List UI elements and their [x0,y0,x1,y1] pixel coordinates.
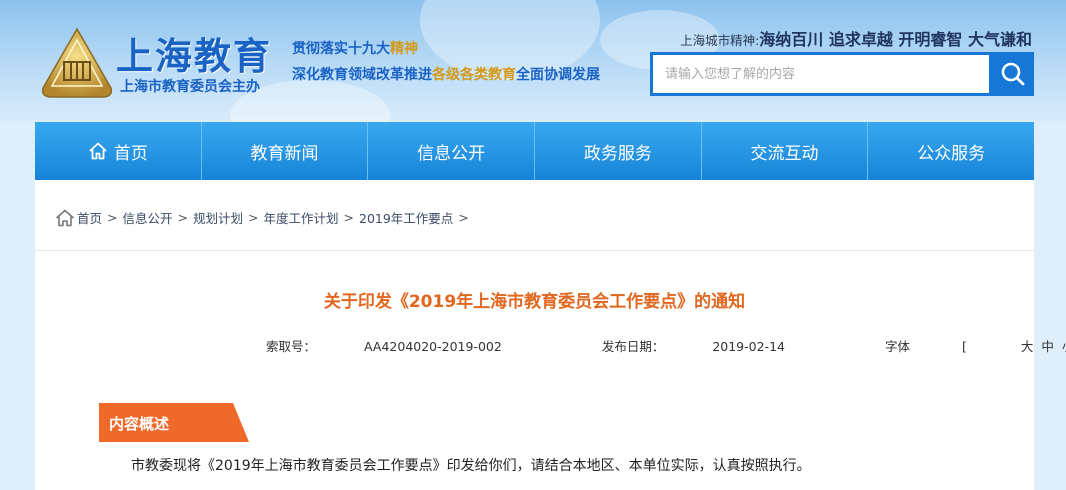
site-subtitle: 上海市教育委员会主办 [120,79,260,95]
article-title: 关于印发《2019年上海市教育委员会工作要点》的通知 [323,292,746,312]
article-summary: 市教委现将《2019年上海市教育委员会工作要点》印发给你们，请结合本地区、本单位… [131,458,811,474]
slogan-2-highlight: 各级各类教育 [432,67,516,83]
search-bar [650,52,1034,96]
font-size-small-link[interactable]: 小 [1062,339,1066,354]
city-spirit: 上海城市精神:海纳百川 追求卓越 开明睿智 大气谦和 [680,26,1032,50]
city-spirit-label: 上海城市精神: [680,33,760,48]
nav-item-label: 公众服务 [917,143,986,164]
font-size-medium-link[interactable]: 中 [1041,339,1054,354]
nav-item-label: 交流互动 [750,143,819,164]
nav-item-public-services[interactable]: 公众服务 [867,122,1034,180]
city-spirit-value: 海纳百川 追求卓越 开明睿智 大气谦和 [759,30,1032,49]
nav-item-label: 教育新闻 [250,143,319,164]
nav-item-label: 政务服务 [583,143,652,164]
site-title[interactable]: 上海教育 [116,26,272,80]
index-number: 索取号： AA4204020-2019-002 [266,339,550,354]
section-tag-label: 内容概述 [109,415,170,433]
breadcrumb-separator: > [343,210,354,225]
site-logo-icon[interactable] [38,26,116,104]
nav-item-label: 信息公开 [417,143,486,164]
breadcrumb-separator: > [248,210,259,225]
nav-item-government-services[interactable]: 政务服务 [534,122,701,180]
slogan-2-text: 深化教育领域改革推进 [292,67,432,83]
breadcrumb-info-disclosure[interactable]: 信息公开 [123,208,173,227]
slogan-1-text: 贯彻落实十九大 [292,41,390,57]
publish-date-value: 2019-02-14 [712,339,785,354]
nav-item-label: 首页 [113,143,148,164]
nav-item-interaction[interactable]: 交流互动 [700,122,868,180]
search-icon [1001,62,1025,86]
font-size-bracket-open: [ [961,339,967,354]
slogan-line-1: 贯彻落实十九大精神 [292,38,418,58]
breadcrumb-separator: > [107,210,118,225]
index-number-label: 索取号： [266,339,317,354]
breadcrumb-separator: > [458,210,469,225]
slogan-2-text-end: 全面协调发展 [516,67,600,83]
breadcrumb-separator: > [177,210,188,225]
content-panel: 首页 > 信息公开 > 规划计划 > 年度工作计划 > 2019年工作要点 > … [35,180,1066,490]
breadcrumb-annual-plan[interactable]: 年度工作计划 [264,208,339,227]
publish-date: 发布日期： 2019-02-14 [602,339,833,354]
divider [35,250,1034,251]
slogan-line-2: 深化教育领域改革推进各级各类教育全面协调发展 [292,64,600,84]
breadcrumb-planning[interactable]: 规划计划 [193,208,243,227]
home-icon [55,209,75,226]
site-header: 上海教育 上海市教育委员会主办 贯彻落实十九大精神 深化教育领域改革推进各级各类… [0,0,1066,122]
nav-item-info-disclosure[interactable]: 信息公开 [367,122,534,180]
index-number-value: AA4204020-2019-002 [364,339,502,354]
search-input[interactable] [653,55,989,93]
font-size-large-link[interactable]: 大 [1021,339,1034,354]
publish-date-label: 发布日期： [601,339,665,354]
breadcrumb-home[interactable]: 首页 [77,208,102,227]
slogan-1-highlight: 精神 [390,41,418,57]
nav-item-education-news[interactable]: 教育新闻 [200,122,368,180]
home-icon [89,142,107,160]
font-size-switcher: 字体 [ 大 中 小 ] [885,339,1066,354]
nav-item-home[interactable]: 首页 [35,122,201,180]
article-meta: 索取号： AA4204020-2019-002 发布日期： 2019-02-14 字… [266,336,1066,355]
breadcrumb: 首页 > 信息公开 > 规划计划 > 年度工作计划 > 2019年工作要点 > [55,208,474,227]
main-nav: 首页 教育新闻 信息公开 政务服务 交流互动 公众服务 [35,122,1034,180]
font-size-label: 字体 [884,339,910,354]
breadcrumb-2019-key-points[interactable]: 2019年工作要点 [359,208,453,227]
search-button[interactable] [992,52,1034,96]
